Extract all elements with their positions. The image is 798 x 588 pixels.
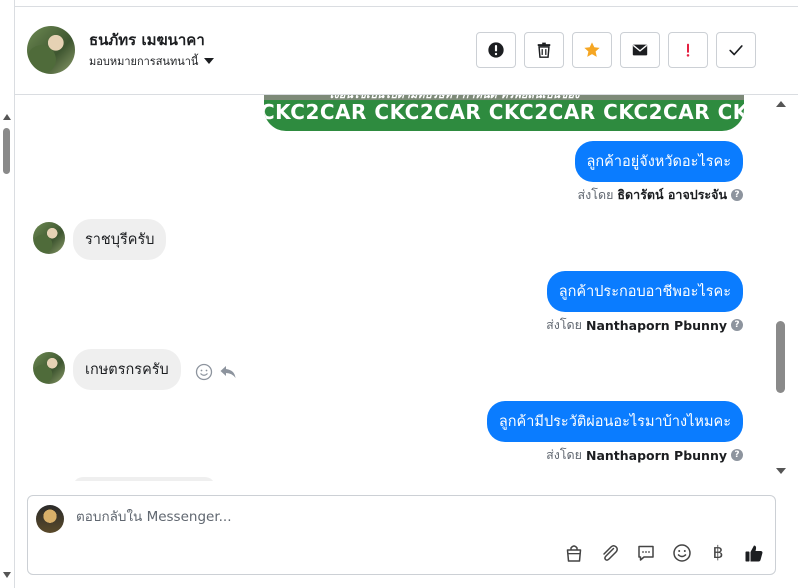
paperclip-icon bbox=[603, 545, 618, 561]
payment-button[interactable]: ฿ bbox=[707, 542, 729, 564]
message-thread[interactable]: *เงื่อนไขเป็นไปตามที่บริษัทฯ กำหนด ทรัพย… bbox=[15, 95, 775, 481]
chat-icon bbox=[638, 545, 654, 561]
emoji-react-icon[interactable] bbox=[195, 363, 213, 381]
mark-unread-button[interactable] bbox=[620, 32, 660, 68]
conversation-header: ธนภัทร เมฆนาคา มอบหมายการสนทนานี้ bbox=[15, 7, 798, 95]
envelope-icon bbox=[632, 44, 648, 56]
avatar[interactable] bbox=[27, 26, 75, 74]
mark-important-button[interactable] bbox=[668, 32, 708, 68]
help-icon[interactable]: ? bbox=[731, 319, 743, 331]
banner-brand-text: CKC2CAR CKC2CAR CKC2CAR CKC2CAR CKC2 bbox=[264, 100, 744, 124]
sender-name[interactable]: Nanthaporn Pbunny bbox=[586, 448, 727, 463]
help-icon[interactable]: ? bbox=[731, 189, 743, 201]
scroll-down-arrow-icon[interactable] bbox=[3, 572, 11, 578]
left-scrollbar[interactable] bbox=[0, 0, 14, 588]
like-button[interactable] bbox=[743, 542, 765, 564]
assign-label: มอบหมายการสนทนานี้ bbox=[89, 55, 199, 68]
inbox-conversation-panel: ธนภัทร เมฆนาคา มอบหมายการสนทนานี้ CKC2CA… bbox=[0, 0, 798, 588]
contact-name[interactable]: ธนภัทร เมฆนาคา bbox=[89, 28, 205, 52]
reply-icon[interactable] bbox=[219, 363, 237, 381]
sent-by-info: ส่งโดย Nanthaporn Pbunny ? bbox=[546, 445, 743, 465]
bag-icon bbox=[566, 545, 582, 562]
star-button[interactable] bbox=[572, 32, 612, 68]
scrollbar-thumb[interactable] bbox=[3, 128, 10, 174]
emoji-button[interactable] bbox=[671, 542, 693, 564]
sender-name[interactable]: Nanthaporn Pbunny bbox=[586, 318, 727, 333]
header-actions bbox=[476, 32, 756, 68]
shop-button[interactable] bbox=[563, 542, 585, 564]
report-icon bbox=[488, 42, 504, 58]
avatar[interactable] bbox=[33, 352, 65, 384]
star-icon bbox=[584, 42, 600, 57]
message-bubble-outgoing[interactable]: ลูกค้าอยู่จังหวัดอะไรคะ bbox=[574, 141, 743, 182]
message-bubble-outgoing[interactable]: ลูกค้ามีประวัติผ่อนอะไรมาบ้างไหมคะ bbox=[486, 401, 743, 442]
composer-tools: ฿ bbox=[563, 542, 765, 564]
attach-button[interactable] bbox=[599, 542, 621, 564]
avatar[interactable] bbox=[33, 222, 65, 254]
help-icon[interactable]: ? bbox=[731, 449, 743, 461]
scrollbar-thumb[interactable] bbox=[776, 321, 785, 393]
message-actions bbox=[195, 363, 237, 381]
scroll-down-arrow-icon[interactable] bbox=[776, 468, 786, 474]
thumbs-up-icon bbox=[745, 545, 763, 562]
reply-input[interactable] bbox=[76, 509, 676, 525]
exclamation-icon bbox=[686, 43, 690, 57]
reply-composer: ฿ bbox=[27, 495, 776, 575]
saved-replies-button[interactable] bbox=[635, 542, 657, 564]
baht-icon: ฿ bbox=[712, 543, 724, 563]
sent-by-info: ส่งโดย Nanthaporn Pbunny ? bbox=[546, 315, 743, 335]
trash-icon bbox=[537, 42, 551, 58]
avatar bbox=[36, 505, 64, 533]
check-icon bbox=[729, 45, 743, 56]
message-bubble-incoming[interactable] bbox=[73, 477, 215, 481]
scroll-up-arrow-icon[interactable] bbox=[776, 101, 786, 107]
report-button[interactable] bbox=[476, 32, 516, 68]
sent-by-info: ส่งโดย ธิดารัตน์ อาจประจัน ? bbox=[578, 185, 743, 205]
sender-name[interactable]: ธิดารัตน์ อาจประจัน bbox=[617, 185, 727, 205]
scroll-up-arrow-icon[interactable] bbox=[3, 114, 11, 120]
message-scrollbar[interactable] bbox=[775, 95, 787, 481]
message-bubble-incoming[interactable]: เกษตรกรครับ bbox=[73, 349, 181, 390]
assign-conversation-dropdown[interactable]: มอบหมายการสนทนานี้ bbox=[89, 52, 215, 70]
message-bubble-outgoing[interactable]: ลูกค้าประกอบอาชีพอะไรคะ bbox=[546, 271, 743, 312]
message-bubble-incoming[interactable]: ราชบุรีครับ bbox=[73, 219, 167, 260]
image-attachment[interactable]: *เงื่อนไขเป็นไปตามที่บริษัทฯ กำหนด ทรัพย… bbox=[264, 95, 744, 131]
sent-by-label: ส่งโดย bbox=[546, 317, 582, 332]
sent-by-label: ส่งโดย bbox=[577, 187, 614, 202]
emoji-icon bbox=[673, 544, 691, 562]
sent-by-label: ส่งโดย bbox=[546, 447, 582, 462]
caret-down-icon bbox=[204, 58, 215, 64]
mark-done-button[interactable] bbox=[716, 32, 756, 68]
delete-button[interactable] bbox=[524, 32, 564, 68]
